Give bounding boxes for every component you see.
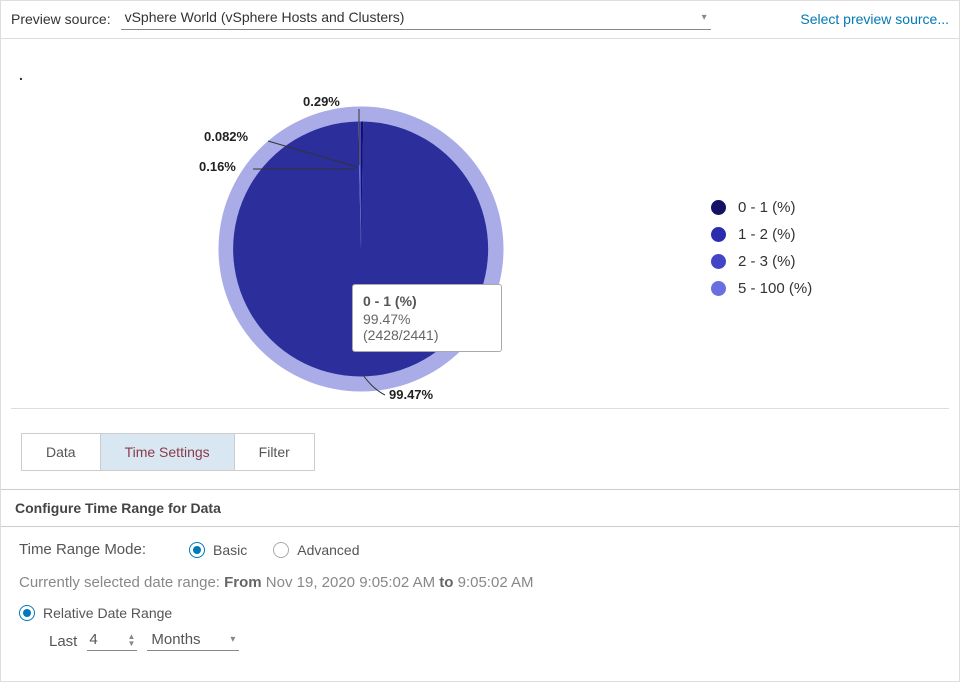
tab-time-settings[interactable]: Time Settings: [101, 434, 235, 470]
pie-chart-area: . 0.29% 0.082% 0.16% 99.47% 0 - 1 (%) 99…: [11, 39, 949, 409]
tooltip-title: 0 - 1 (%): [363, 293, 491, 309]
tab-data[interactable]: Data: [22, 434, 101, 470]
tooltip-count: (2428/2441): [363, 327, 491, 343]
radio-advanced[interactable]: Advanced: [273, 542, 359, 558]
legend-swatch: [711, 227, 726, 242]
chart-title-dot: .: [19, 67, 23, 83]
legend-label: 5 - 100 (%): [738, 280, 812, 297]
legend-item[interactable]: 2 - 3 (%): [711, 253, 812, 270]
radio-icon: [19, 605, 35, 621]
legend-item[interactable]: 5 - 100 (%): [711, 280, 812, 297]
last-unit-value: Months: [151, 631, 200, 648]
panel-title: Configure Time Range for Data: [1, 490, 959, 527]
last-unit-dropdown[interactable]: Months ▾: [147, 631, 239, 651]
slice-label-0.16: 0.16%: [199, 159, 236, 174]
chevron-down-icon: ▾: [230, 634, 235, 645]
chart-tooltip: 0 - 1 (%) 99.47% (2428/2441): [352, 284, 502, 352]
stepper-arrows-icon[interactable]: ▲▼: [127, 633, 135, 647]
legend-label: 1 - 2 (%): [738, 226, 796, 243]
tab-filter[interactable]: Filter: [235, 434, 314, 470]
preview-source-label: Preview source:: [11, 11, 111, 27]
slice-label-0.29: 0.29%: [303, 94, 340, 109]
tooltip-percent: 99.47%: [363, 311, 491, 327]
legend-swatch: [711, 281, 726, 296]
slice-label-99.47: 99.47%: [389, 387, 433, 402]
radio-relative-label: Relative Date Range: [43, 605, 172, 621]
legend-swatch: [711, 254, 726, 269]
radio-relative-date-range[interactable]: Relative Date Range: [19, 605, 172, 621]
legend-label: 0 - 1 (%): [738, 199, 796, 216]
pie-chart[interactable]: [211, 99, 511, 399]
last-label: Last: [49, 633, 77, 650]
preview-source-dropdown[interactable]: vSphere World (vSphere Hosts and Cluster…: [121, 7, 711, 30]
legend-item[interactable]: 1 - 2 (%): [711, 226, 812, 243]
legend-label: 2 - 3 (%): [738, 253, 796, 270]
last-value-stepper[interactable]: 4 ▲▼: [87, 631, 137, 651]
radio-basic-label: Basic: [213, 542, 247, 558]
chevron-down-icon: ▾: [702, 12, 707, 23]
select-preview-source-link[interactable]: Select preview source...: [800, 11, 949, 27]
time-range-mode-label: Time Range Mode:: [19, 541, 189, 558]
legend-item[interactable]: 0 - 1 (%): [711, 199, 812, 216]
radio-icon: [273, 542, 289, 558]
tab-bar: Data Time Settings Filter: [21, 433, 315, 471]
chart-legend: 0 - 1 (%) 1 - 2 (%) 2 - 3 (%) 5 - 100 (%…: [711, 199, 812, 307]
time-settings-panel: Configure Time Range for Data Time Range…: [1, 489, 959, 665]
legend-swatch: [711, 200, 726, 215]
radio-advanced-label: Advanced: [297, 542, 359, 558]
radio-basic[interactable]: Basic: [189, 542, 247, 558]
radio-icon: [189, 542, 205, 558]
current-date-range-text: Currently selected date range: From Nov …: [19, 574, 941, 591]
preview-source-value: vSphere World (vSphere Hosts and Cluster…: [125, 9, 405, 25]
last-value: 4: [89, 631, 97, 648]
slice-label-0.082: 0.082%: [204, 129, 248, 144]
